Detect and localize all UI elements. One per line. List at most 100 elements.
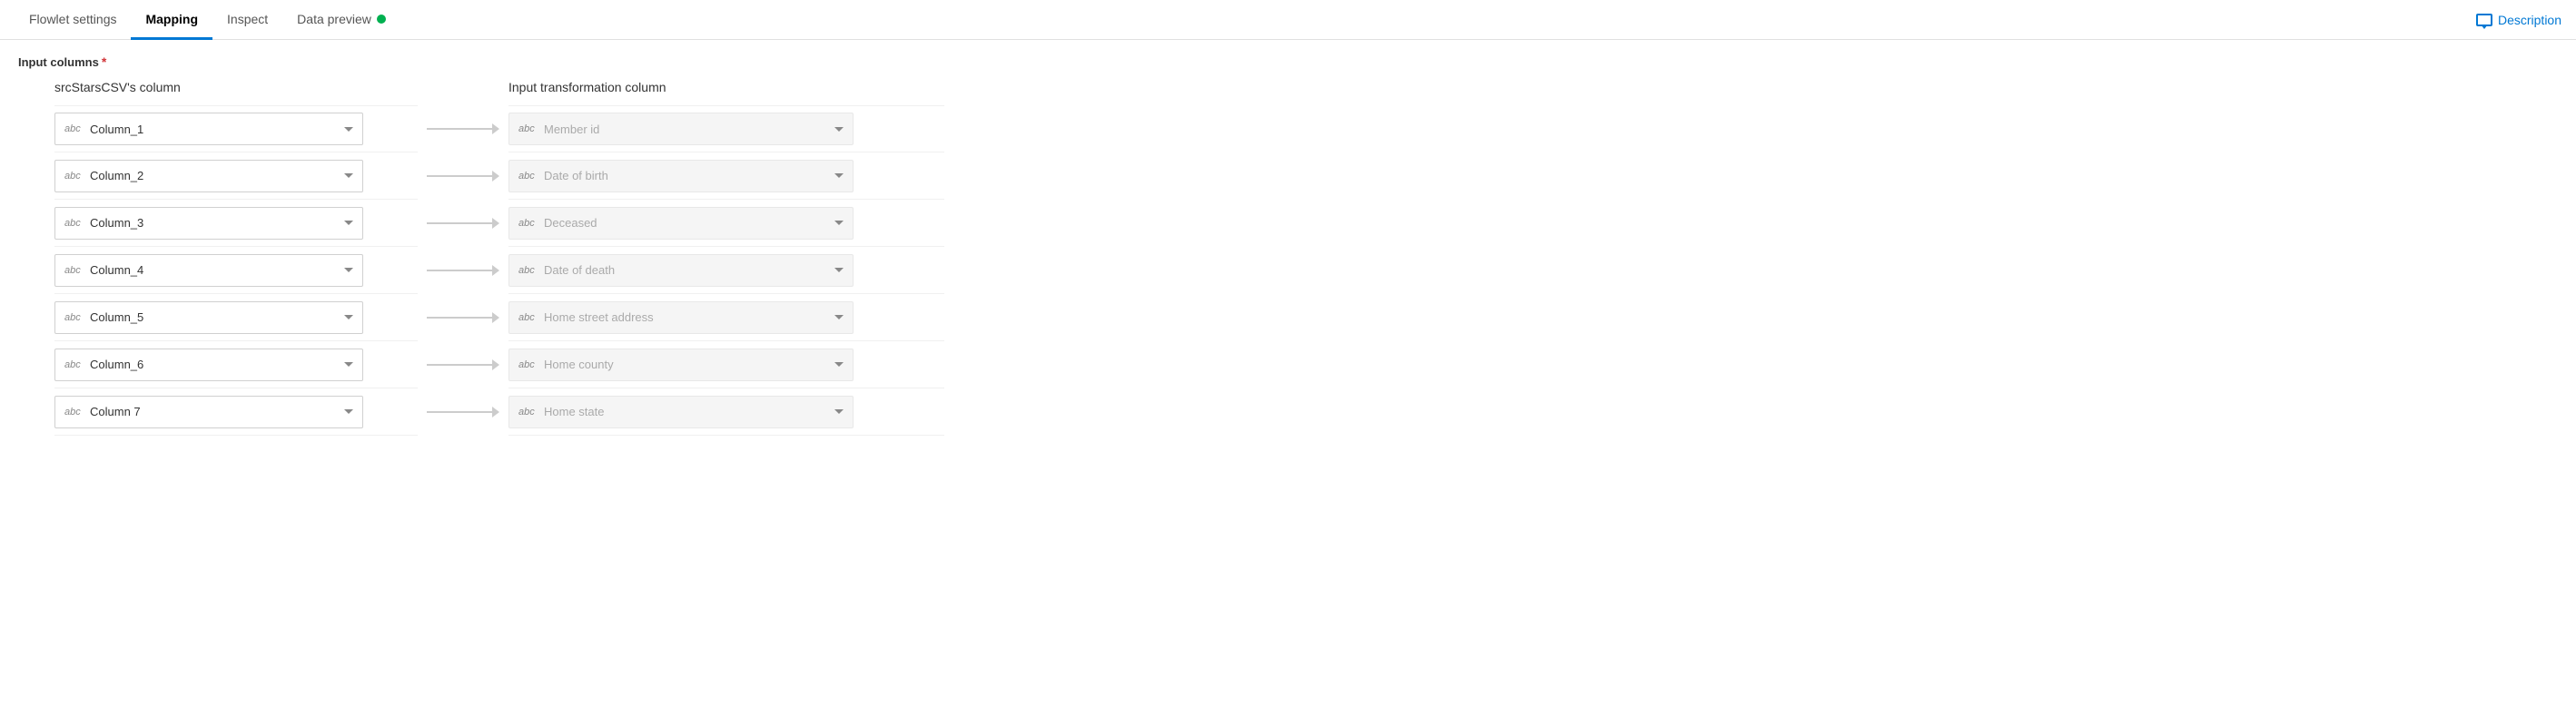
right-chevron-0 xyxy=(834,127,844,132)
main-content: Input columns * srcStarsCSV's column Inp… xyxy=(0,40,2576,450)
abc-icon-4: abc xyxy=(64,312,84,323)
tab-flowlet-settings[interactable]: Flowlet settings xyxy=(15,0,131,40)
data-preview-dot xyxy=(377,15,386,24)
left-row-1: abc Column_2 xyxy=(54,152,418,200)
abc-icon-1: abc xyxy=(64,171,84,182)
chevron-down-icon-0 xyxy=(344,127,353,132)
arrow-head-6 xyxy=(492,407,499,417)
arrow-row-4 xyxy=(418,294,508,341)
arrow-1 xyxy=(427,171,499,182)
arrow-row-0 xyxy=(418,105,508,152)
tab-data-preview[interactable]: Data preview xyxy=(282,0,400,40)
right-column-header: Input transformation column xyxy=(508,80,944,94)
left-value-6: Column 7 xyxy=(90,405,339,418)
arrow-row-1 xyxy=(418,152,508,200)
tab-inspect[interactable]: Inspect xyxy=(212,0,282,40)
arrow-6 xyxy=(427,407,499,417)
arrow-row-3 xyxy=(418,247,508,294)
right-dropdown-3[interactable]: abc Date of death xyxy=(508,254,854,287)
right-chevron-3 xyxy=(834,268,844,272)
right-row-1: abc Date of birth xyxy=(508,152,944,200)
chevron-down-icon-4 xyxy=(344,315,353,319)
abc-icon-6: abc xyxy=(64,407,84,417)
arrow-head-3 xyxy=(492,265,499,276)
right-dropdown-6[interactable]: abc Home state xyxy=(508,396,854,428)
left-col-rows: abc Column_1 abc Column_2 abc Co xyxy=(54,105,418,436)
left-row-4: abc Column_5 xyxy=(54,294,418,341)
mapping-layout: abc Column_1 abc Column_2 abc Co xyxy=(18,105,2558,436)
chevron-down-icon-5 xyxy=(344,362,353,367)
arrow-0 xyxy=(427,123,499,134)
arrow-row-6 xyxy=(418,388,508,436)
chevron-down-icon-6 xyxy=(344,409,353,414)
right-value-6: Home state xyxy=(544,405,829,418)
arrow-head-5 xyxy=(492,359,499,370)
right-value-2: Deceased xyxy=(544,216,829,230)
description-icon xyxy=(2476,14,2492,26)
left-dropdown-2[interactable]: abc Column_3 xyxy=(54,207,363,240)
right-value-1: Date of birth xyxy=(544,169,829,182)
arrow-5 xyxy=(427,359,499,370)
right-value-0: Member id xyxy=(544,123,829,136)
right-col-rows: abc Member id abc Date of birth abc xyxy=(508,105,944,436)
left-row-6: abc Column 7 xyxy=(54,388,418,436)
left-row-0: abc Column_1 xyxy=(54,105,418,152)
chevron-down-icon-3 xyxy=(344,268,353,272)
right-abc-icon-4: abc xyxy=(518,312,538,323)
right-dropdown-1[interactable]: abc Date of birth xyxy=(508,160,854,192)
right-chevron-4 xyxy=(834,315,844,319)
right-dropdown-2[interactable]: abc Deceased xyxy=(508,207,854,240)
right-dropdown-0[interactable]: abc Member id xyxy=(508,113,854,145)
left-row-3: abc Column_4 xyxy=(54,247,418,294)
abc-icon-3: abc xyxy=(64,265,84,276)
right-abc-icon-0: abc xyxy=(518,123,538,134)
right-value-5: Home county xyxy=(544,358,829,371)
arrow-row-5 xyxy=(418,341,508,388)
tab-bar: Flowlet settings Mapping Inspect Data pr… xyxy=(0,0,2576,40)
tab-flowlet-settings-label: Flowlet settings xyxy=(29,12,116,26)
left-value-1: Column_2 xyxy=(90,169,339,182)
right-chevron-5 xyxy=(834,362,844,367)
right-row-6: abc Home state xyxy=(508,388,944,436)
left-row-5: abc Column_6 xyxy=(54,341,418,388)
right-row-2: abc Deceased xyxy=(508,200,944,247)
tab-inspect-label: Inspect xyxy=(227,12,268,26)
left-dropdown-5[interactable]: abc Column_6 xyxy=(54,349,363,381)
abc-icon-0: abc xyxy=(64,123,84,134)
chevron-down-icon-1 xyxy=(344,173,353,178)
left-dropdown-0[interactable]: abc Column_1 xyxy=(54,113,363,145)
right-chevron-1 xyxy=(834,173,844,178)
arrow-row-2 xyxy=(418,200,508,247)
tab-mapping-label: Mapping xyxy=(145,12,198,26)
right-dropdown-4[interactable]: abc Home street address xyxy=(508,301,854,334)
required-indicator: * xyxy=(102,54,106,69)
right-value-3: Date of death xyxy=(544,263,829,277)
left-value-2: Column_3 xyxy=(90,216,339,230)
right-row-0: abc Member id xyxy=(508,105,944,152)
right-abc-icon-2: abc xyxy=(518,218,538,229)
right-chevron-6 xyxy=(834,409,844,414)
arrow-head-1 xyxy=(492,171,499,182)
right-row-4: abc Home street address xyxy=(508,294,944,341)
arrow-4 xyxy=(427,312,499,323)
left-value-3: Column_4 xyxy=(90,263,339,277)
right-abc-icon-6: abc xyxy=(518,407,538,417)
right-dropdown-5[interactable]: abc Home county xyxy=(508,349,854,381)
input-columns-label: Input columns xyxy=(18,55,99,69)
section-label: Input columns * xyxy=(18,54,2558,69)
left-value-5: Column_6 xyxy=(90,358,339,371)
description-button[interactable]: Description xyxy=(2476,13,2561,27)
description-label: Description xyxy=(2498,13,2561,27)
left-dropdown-4[interactable]: abc Column_5 xyxy=(54,301,363,334)
left-dropdown-6[interactable]: abc Column 7 xyxy=(54,396,363,428)
left-dropdown-1[interactable]: abc Column_2 xyxy=(54,160,363,192)
arrow-3 xyxy=(427,265,499,276)
arrow-2 xyxy=(427,218,499,229)
arrow-head-0 xyxy=(492,123,499,134)
tab-mapping[interactable]: Mapping xyxy=(131,0,212,40)
left-column-header: srcStarsCSV's column xyxy=(18,80,418,94)
left-dropdown-3[interactable]: abc Column_4 xyxy=(54,254,363,287)
tab-data-preview-label: Data preview xyxy=(297,12,371,26)
right-value-4: Home street address xyxy=(544,310,829,324)
column-headers: srcStarsCSV's column Input transformatio… xyxy=(18,80,2558,105)
